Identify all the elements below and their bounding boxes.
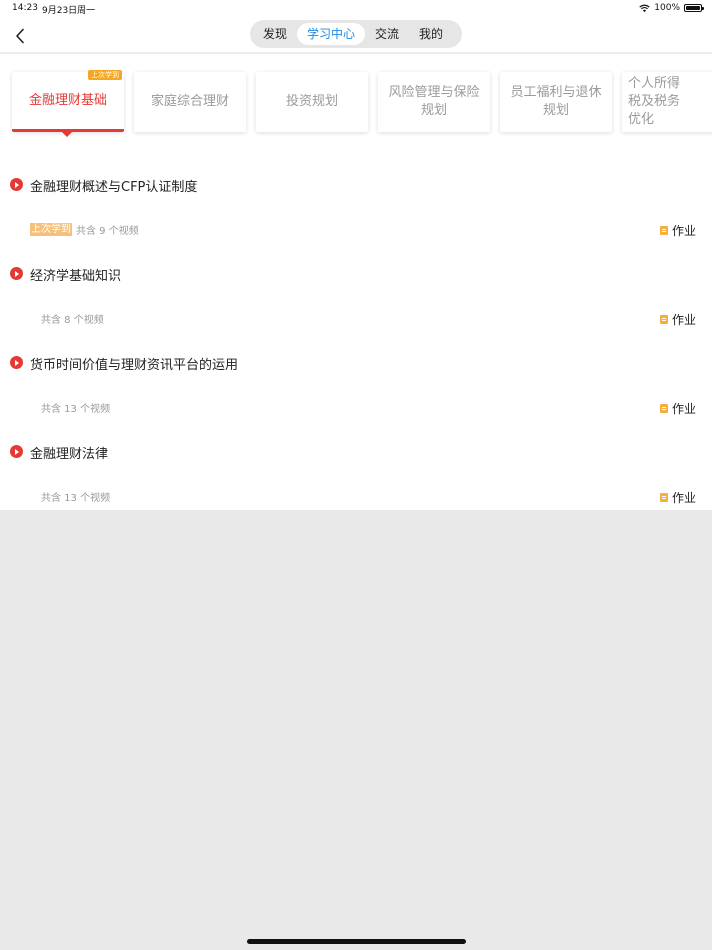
status-date: 9月23日周一 [42, 6, 96, 16]
video-count: 共含 8 个视频 [41, 315, 104, 326]
back-button[interactable] [8, 24, 32, 48]
homework-label: 作业 [671, 491, 696, 505]
category-card-employee-benefits[interactable]: 员工福利与退休规划 [500, 72, 612, 132]
lesson-title: 金融理财法律 [30, 447, 109, 462]
app-root: 14:23 9月23日周一 100% 发现 学习中心 交流 我的 金融理财基础 … [0, 0, 712, 950]
category-card-investment[interactable]: 投资规划 [256, 72, 368, 132]
tab-learning-center[interactable]: 学习中心 [297, 23, 366, 45]
content-panel: 金融理财基础 上次学到 家庭综合理财 投资规划 风险管理与保险规划 员工福利与退… [0, 54, 712, 510]
status-right: 100% [639, 3, 704, 13]
last-studied-badge: 上次学到 [88, 70, 122, 80]
category-row: 金融理财基础 上次学到 家庭综合理财 投资规划 风险管理与保险规划 员工福利与退… [0, 54, 712, 144]
home-indicator[interactable] [247, 939, 466, 944]
lesson-meta: 共含 13 个视频 [41, 400, 110, 415]
lesson-item[interactable]: 金融理财概述与CFP认证制度 上次学到 共含 9 个视频 作业 [0, 172, 712, 261]
video-count: 共含 13 个视频 [41, 404, 111, 415]
lesson-title: 经济学基础知识 [30, 269, 122, 284]
wifi-icon [639, 4, 650, 12]
video-count: 共含 9 个视频 [76, 226, 139, 237]
lesson-title: 货币时间价值与理财资讯平台的运用 [30, 358, 239, 373]
category-card-tax[interactable]: 个人所得税及税务优化 [622, 72, 712, 132]
chevron-left-icon [16, 28, 24, 44]
play-icon [10, 356, 23, 369]
video-count: 共含 13 个视频 [41, 493, 111, 504]
status-bar: 14:23 9月23日周一 100% [0, 0, 712, 18]
tab-discover[interactable]: 发现 [253, 23, 297, 45]
category-label: 风险管理与保险规划 [388, 85, 480, 118]
homework-label: 作业 [671, 402, 696, 416]
category-card-family-finance[interactable]: 家庭综合理财 [134, 72, 246, 132]
lesson-item[interactable]: 货币时间价值与理财资讯平台的运用 共含 13 个视频 作业 [0, 350, 712, 439]
play-icon [10, 445, 23, 458]
homework-icon [659, 315, 668, 324]
homework-icon [659, 226, 668, 235]
lesson-item[interactable]: 经济学基础知识 共含 8 个视频 作业 [0, 261, 712, 350]
homework-button[interactable]: 作业 [659, 222, 696, 239]
category-label: 个人所得税及税务优化 [628, 76, 681, 127]
category-label: 投资规划 [285, 94, 338, 109]
battery-icon [684, 4, 704, 12]
homework-label: 作业 [671, 224, 696, 238]
homework-button[interactable]: 作业 [659, 311, 696, 328]
play-icon [10, 267, 23, 280]
tab-exchange[interactable]: 交流 [365, 23, 409, 45]
homework-label: 作业 [671, 313, 696, 327]
lesson-item[interactable]: 金融理财法律 共含 13 个视频 作业 [0, 439, 712, 528]
homework-button[interactable]: 作业 [659, 489, 696, 506]
top-tab-switcher: 发现 学习中心 交流 我的 [250, 20, 462, 48]
tab-mine[interactable]: 我的 [409, 23, 453, 45]
homework-button[interactable]: 作业 [659, 400, 696, 417]
category-label: 金融理财基础 [28, 92, 107, 108]
homework-icon [659, 493, 668, 502]
lesson-meta: 共含 8 个视频 [41, 311, 104, 326]
category-label: 家庭综合理财 [150, 94, 229, 109]
nav-bar: 发现 学习中心 交流 我的 [0, 18, 712, 53]
category-card-risk-insurance[interactable]: 风险管理与保险规划 [378, 72, 490, 132]
lesson-meta: 上次学到 共含 9 个视频 [30, 222, 139, 237]
last-studied-tag: 上次学到 [30, 223, 72, 236]
category-card-financial-basics[interactable]: 金融理财基础 上次学到 [12, 70, 124, 132]
battery-fill [686, 6, 700, 10]
category-label: 员工福利与退休规划 [510, 85, 602, 118]
lesson-meta: 共含 13 个视频 [41, 489, 110, 504]
battery-percent: 100% [654, 3, 680, 13]
play-icon [10, 178, 23, 191]
status-time: 14:23 [12, 3, 38, 13]
homework-icon [659, 404, 668, 413]
lesson-title: 金融理财概述与CFP认证制度 [30, 180, 198, 195]
active-category-pointer [62, 132, 72, 137]
